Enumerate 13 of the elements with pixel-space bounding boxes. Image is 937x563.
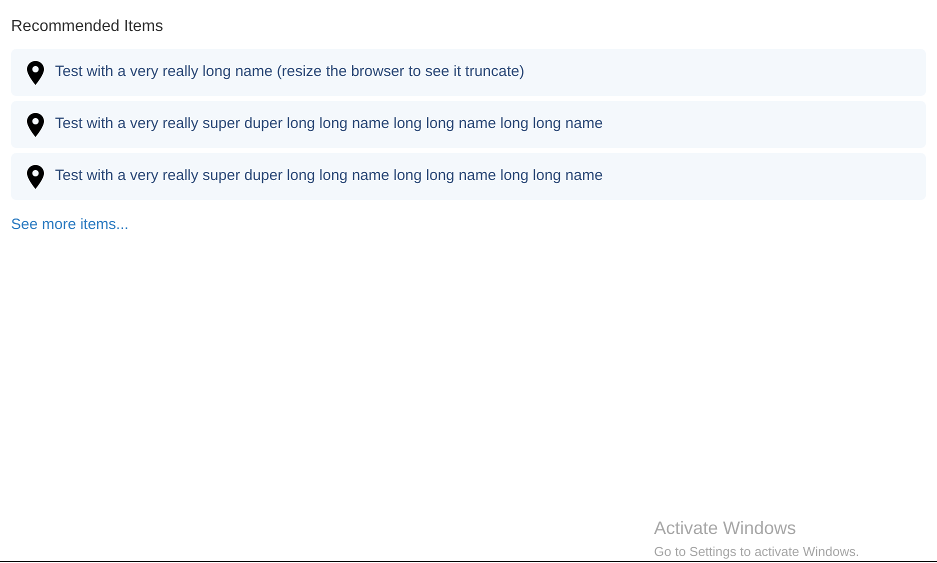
see-more-link[interactable]: See more items... (11, 214, 129, 236)
item-label: Test with a very really super duper long long name long long name long long name (55, 114, 603, 134)
map-pin-icon (27, 60, 44, 84)
activation-message: Go to Settings to activate Windows. (654, 543, 860, 561)
list-item[interactable]: Test with a very really long name (resize the browser to see it truncate) (11, 49, 926, 96)
section-heading: Recommended Items (11, 17, 164, 37)
list-item[interactable]: Test with a very really super duper long long name long long name long long name (11, 153, 926, 200)
item-label: Test with a very really long name (resize the browser to see it truncate) (55, 62, 524, 82)
map-pin-icon (27, 164, 44, 188)
map-pin-icon (27, 112, 44, 136)
list-item[interactable]: Test with a very really super duper long long name long long name long long name (11, 101, 926, 148)
item-label: Test with a very really super duper long long name long long name long long name (55, 166, 603, 186)
activation-title: Activate Windows (654, 517, 796, 540)
